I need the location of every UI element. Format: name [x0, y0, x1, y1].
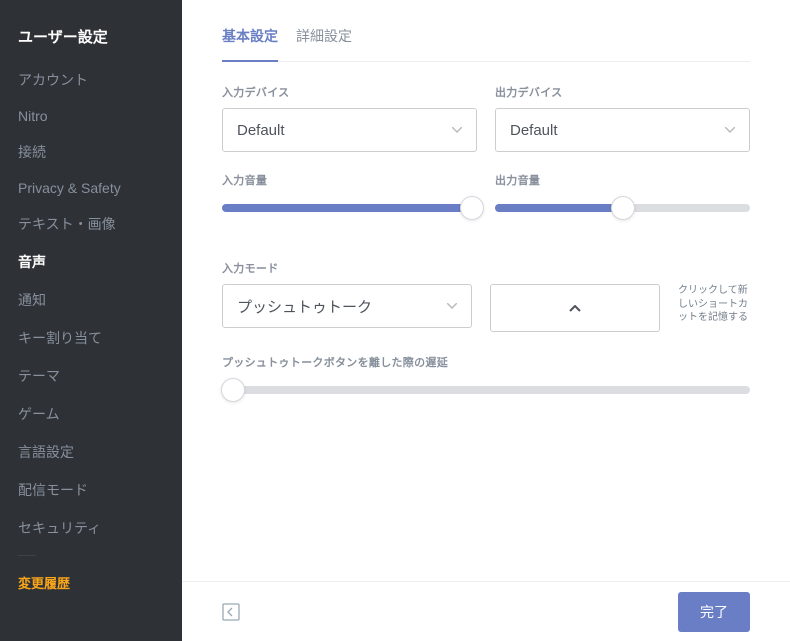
input-volume-slider[interactable] — [222, 196, 477, 220]
sidebar-item-nitro[interactable]: Nitro — [0, 99, 182, 133]
input-device-label: 入力デバイス — [222, 84, 477, 100]
sidebar-item-connections[interactable]: 接続 — [0, 133, 182, 171]
sidebar-item-theme[interactable]: テーマ — [0, 357, 182, 395]
tabs: 基本設定 詳細設定 — [222, 26, 750, 62]
chevron-down-icon — [725, 127, 735, 133]
output-device-select[interactable]: Default — [495, 108, 750, 152]
sidebar: ユーザー設定 アカウント Nitro 接続 Privacy & Safety テ… — [0, 0, 182, 641]
sidebar-item-privacy[interactable]: Privacy & Safety — [0, 171, 182, 205]
input-mode-value: プッシュトゥトーク — [237, 296, 372, 317]
chevron-down-icon — [452, 127, 462, 133]
sidebar-item-account[interactable]: アカウント — [0, 61, 182, 99]
sidebar-item-notifications[interactable]: 通知 — [0, 281, 182, 319]
output-device-label: 出力デバイス — [495, 84, 750, 100]
chevron-up-icon — [569, 305, 581, 312]
sidebar-item-games[interactable]: ゲーム — [0, 395, 182, 433]
input-mode-label: 入力モード — [222, 260, 750, 276]
sidebar-item-streamer[interactable]: 配信モード — [0, 471, 182, 509]
tab-basic[interactable]: 基本設定 — [222, 26, 278, 62]
release-delay-label: プッシュトゥトークボタンを離した際の遅延 — [222, 354, 750, 370]
sidebar-item-voice[interactable]: 音声 — [0, 243, 182, 281]
input-device-value: Default — [237, 122, 285, 139]
output-device-group: 出力デバイス Default — [495, 84, 750, 152]
sidebar-item-text-images[interactable]: テキスト・画像 — [0, 205, 182, 243]
input-mode-select[interactable]: プッシュトゥトーク — [222, 284, 472, 328]
shortcut-hint-text: クリックして新しいショートカットを記憶する — [678, 284, 750, 325]
sidebar-item-keybinds[interactable]: キー割り当て — [0, 319, 182, 357]
sidebar-item-changelog[interactable]: 変更履歴 — [0, 564, 182, 601]
sidebar-title: ユーザー設定 — [0, 20, 182, 61]
done-button[interactable]: 完了 — [678, 592, 750, 632]
input-device-group: 入力デバイス Default — [222, 84, 477, 152]
back-icon[interactable] — [222, 603, 240, 621]
input-volume-label: 入力音量 — [222, 172, 477, 188]
content-area: 基本設定 詳細設定 入力デバイス Default 出力デバイス Default — [182, 0, 790, 581]
shortcut-record-box[interactable] — [490, 284, 660, 332]
main-panel: 基本設定 詳細設定 入力デバイス Default 出力デバイス Default — [182, 0, 790, 641]
output-volume-label: 出力音量 — [495, 172, 750, 188]
sidebar-item-language[interactable]: 言語設定 — [0, 433, 182, 471]
input-volume-group: 入力音量 — [222, 172, 477, 220]
footer: 完了 — [182, 581, 790, 641]
chevron-down-icon — [447, 303, 457, 309]
input-device-select[interactable]: Default — [222, 108, 477, 152]
tab-advanced[interactable]: 詳細設定 — [296, 26, 352, 62]
output-volume-slider[interactable] — [495, 196, 750, 220]
sidebar-item-security[interactable]: セキュリティ — [0, 509, 182, 547]
release-delay-slider[interactable] — [222, 378, 750, 402]
output-device-value: Default — [510, 122, 558, 139]
sidebar-separator — [18, 555, 36, 556]
output-volume-group: 出力音量 — [495, 172, 750, 220]
